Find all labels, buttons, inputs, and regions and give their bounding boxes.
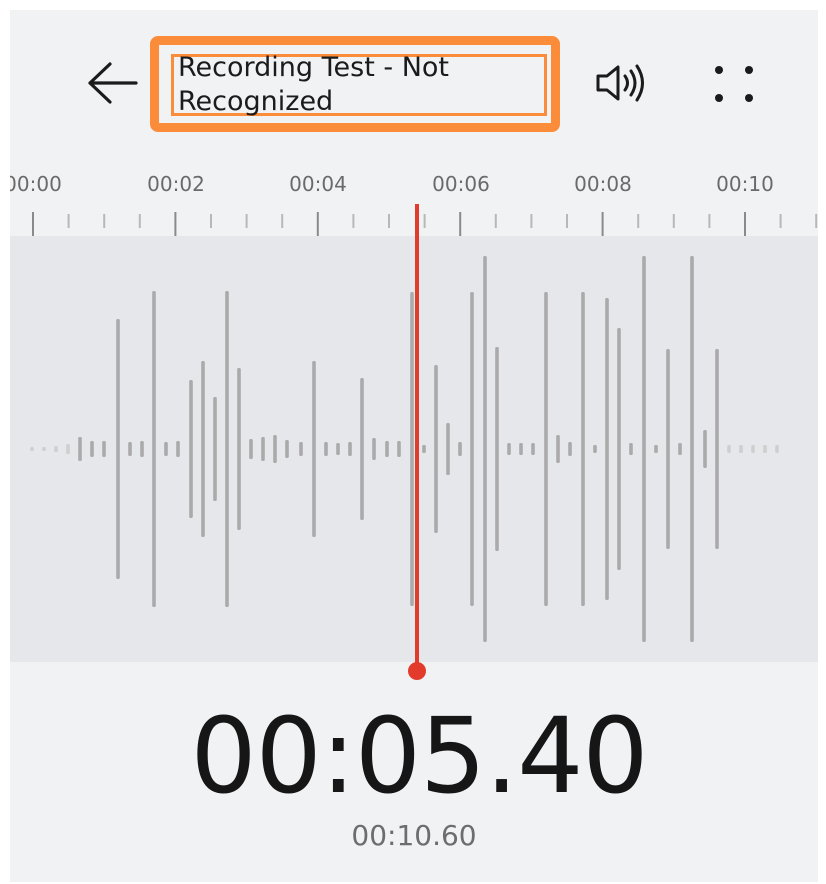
- waveform-bar: [715, 349, 719, 549]
- waveform-bar: [410, 292, 414, 606]
- waveform-bar: [751, 445, 755, 453]
- waveform-bar: [273, 435, 277, 463]
- back-button[interactable]: [80, 55, 144, 115]
- waveform: [30, 256, 779, 642]
- waveform-bar: [703, 430, 707, 468]
- waveform-bar: [531, 443, 535, 455]
- waveform-bar: [397, 441, 401, 457]
- more-options-button[interactable]: [704, 58, 764, 114]
- waveform-bar: [775, 445, 779, 453]
- waveform-bar: [249, 439, 253, 459]
- playhead-line[interactable]: [415, 204, 419, 674]
- waveform-bar: [324, 442, 328, 456]
- waveform-bar: [568, 442, 572, 456]
- recording-title: Recording Test - Not Recognized: [178, 52, 450, 117]
- waveform-bar: [556, 435, 560, 463]
- waveform-bar: [128, 442, 132, 456]
- waveform-bar: [581, 292, 585, 606]
- waveform-bar: [470, 292, 474, 606]
- four-dots-icon: [712, 62, 756, 110]
- playhead-handle[interactable]: [408, 662, 426, 680]
- waveform-bar: [102, 441, 106, 457]
- waveform-bar: [299, 442, 303, 456]
- waveform-bar: [629, 443, 633, 455]
- waveform-bar: [495, 347, 499, 551]
- waveform-bar: [617, 328, 621, 570]
- waveform-bar: [690, 256, 694, 642]
- speaker-button[interactable]: [588, 58, 654, 112]
- waveform-bar: [176, 441, 180, 457]
- timeline-label: 00:10: [716, 172, 774, 196]
- waveform-bar: [654, 445, 658, 453]
- waveform-bar: [422, 445, 426, 453]
- waveform-bar: [372, 438, 376, 460]
- timeline-label: 00:08: [574, 172, 632, 196]
- waveform-bar: [140, 441, 144, 457]
- total-duration: 00:10.60: [351, 819, 477, 852]
- waveform-bar: [739, 445, 743, 453]
- waveform-bar: [66, 444, 70, 454]
- waveform-bar: [727, 445, 731, 453]
- waveform-bar: [763, 445, 767, 453]
- waveform-bar: [189, 380, 193, 518]
- current-time: 00:05.40: [190, 695, 648, 817]
- timeline-label: 00:04: [289, 172, 347, 196]
- waveform-bar: [483, 256, 487, 642]
- waveform-bar: [213, 397, 217, 501]
- waveform-bar: [90, 441, 94, 457]
- waveform-bar: [666, 349, 670, 549]
- recorder-screen: Recording Test - Not Recognized 00:00 00…: [10, 10, 818, 882]
- timeline-ruler[interactable]: 00:00 00:02 00:04 00:06 00:08 00:10: [10, 150, 818, 245]
- timeline-label: 00:06: [432, 172, 490, 196]
- waveform-bar: [312, 361, 316, 537]
- top-bar: Recording Test - Not Recognized: [10, 10, 818, 150]
- waveform-bar: [164, 442, 168, 456]
- waveform-bar: [225, 291, 229, 607]
- arrow-left-icon: [86, 60, 138, 110]
- speaker-volume-icon: [593, 61, 649, 109]
- waveform-bar: [78, 437, 82, 461]
- waveform-bar: [360, 378, 364, 520]
- timeline-label: 00:00: [10, 172, 62, 196]
- timeline-label: 00:02: [147, 172, 205, 196]
- waveform-bar: [336, 443, 340, 455]
- title-highlight-box: Recording Test - Not Recognized: [150, 36, 560, 132]
- waveform-bar: [678, 443, 682, 455]
- waveform-bar: [519, 443, 523, 455]
- waveform-bar: [507, 443, 511, 455]
- waveform-bar: [201, 361, 205, 537]
- waveform-bar: [593, 445, 597, 453]
- waveform-bar: [54, 446, 58, 452]
- waveform-bar: [446, 423, 450, 475]
- waveform-bar: [237, 368, 241, 530]
- waveform-bar: [116, 319, 120, 579]
- waveform-bar: [458, 442, 462, 456]
- waveform-bar: [434, 365, 438, 533]
- waveform-bar: [285, 440, 289, 458]
- waveform-bar: [30, 447, 34, 451]
- waveform-bar: [152, 291, 156, 607]
- waveform-area[interactable]: [10, 236, 818, 662]
- waveform-bar: [261, 437, 265, 461]
- waveform-bar: [348, 442, 352, 456]
- waveform-bar: [385, 441, 389, 457]
- waveform-bar: [642, 256, 646, 642]
- waveform-bar: [42, 447, 46, 451]
- waveform-bar: [544, 292, 548, 606]
- waveform-bar: [605, 298, 609, 600]
